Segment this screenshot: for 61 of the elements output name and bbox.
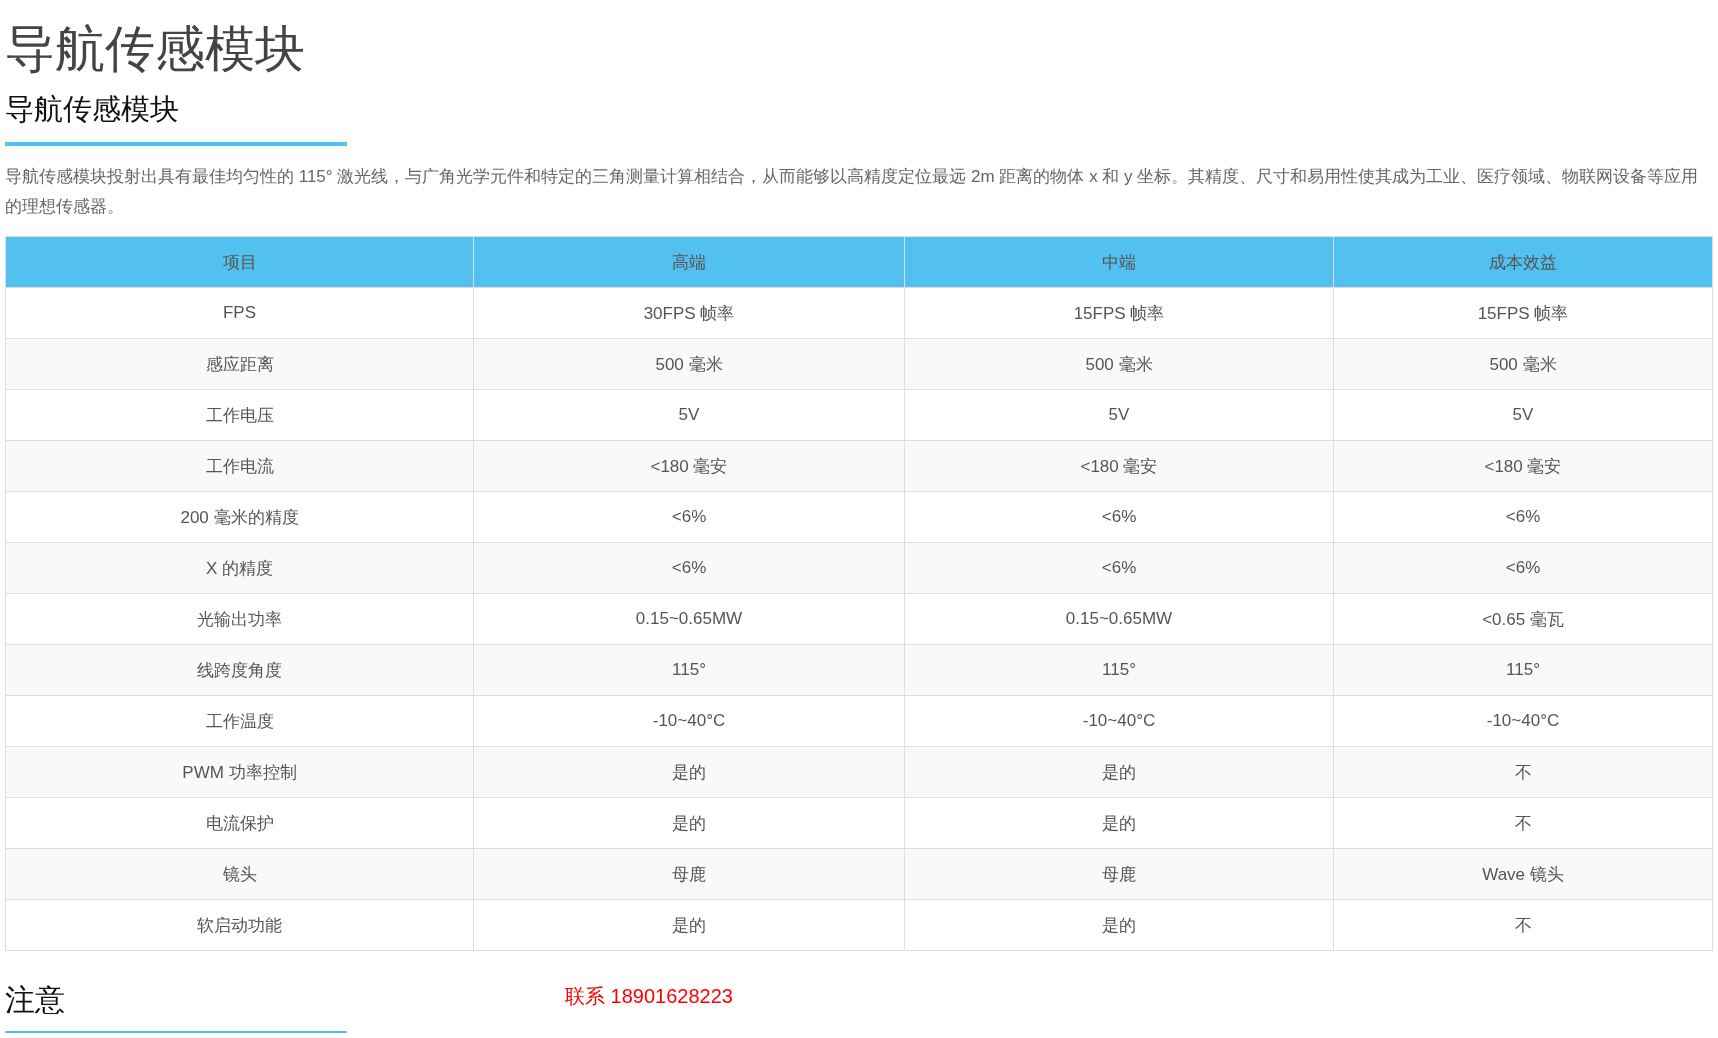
table-cell: 5V bbox=[904, 389, 1334, 441]
table-cell: <6% bbox=[1333, 491, 1713, 543]
table-cell: <180 毫安 bbox=[904, 440, 1334, 492]
table-cell: 是的 bbox=[473, 899, 905, 951]
table-cell: 30FPS 帧率 bbox=[473, 287, 905, 339]
table-cell: <6% bbox=[473, 491, 905, 543]
table-cell: 5V bbox=[1333, 389, 1713, 441]
table-cell: PWM 功率控制 bbox=[5, 746, 474, 798]
table-cell: 15FPS 帧率 bbox=[904, 287, 1334, 339]
column-header: 高端 bbox=[473, 236, 905, 288]
table-cell: 115° bbox=[1333, 644, 1713, 696]
column-header: 成本效益 bbox=[1333, 236, 1713, 288]
table-cell: 不 bbox=[1333, 899, 1713, 951]
table-cell: 115° bbox=[904, 644, 1334, 696]
table-cell: <6% bbox=[904, 491, 1334, 543]
table-cell: 5V bbox=[473, 389, 905, 441]
table-cell: <180 毫安 bbox=[473, 440, 905, 492]
table-cell: -10~40°C bbox=[1333, 695, 1713, 747]
section-heading: 导航传感模块 bbox=[5, 92, 180, 127]
table-cell: <6% bbox=[473, 542, 905, 594]
table-cell: 15FPS 帧率 bbox=[1333, 287, 1713, 339]
table-cell: 电流保护 bbox=[5, 797, 474, 849]
table-cell: Wave 镜头 bbox=[1333, 848, 1713, 900]
table-cell: 母鹿 bbox=[904, 848, 1334, 900]
table-cell: 线跨度角度 bbox=[5, 644, 474, 696]
table-cell: 是的 bbox=[473, 797, 905, 849]
table-cell: 工作温度 bbox=[5, 695, 474, 747]
table-cell: FPS bbox=[5, 287, 474, 339]
table-cell: 不 bbox=[1333, 797, 1713, 849]
table-cell: 工作电压 bbox=[5, 389, 474, 441]
table-cell: 不 bbox=[1333, 746, 1713, 798]
table-cell: 是的 bbox=[904, 899, 1334, 951]
table-cell: 镜头 bbox=[5, 848, 474, 900]
table-cell: 500 毫米 bbox=[904, 338, 1334, 390]
table-cell: -10~40°C bbox=[904, 695, 1334, 747]
note-heading: 注意 bbox=[5, 982, 65, 1018]
table-cell: 200 毫米的精度 bbox=[5, 491, 474, 543]
column-header: 中端 bbox=[904, 236, 1334, 288]
column-header: 项目 bbox=[5, 236, 474, 288]
table-cell: 0.15~0.65MW bbox=[904, 593, 1334, 645]
table-cell: 是的 bbox=[473, 746, 905, 798]
contact-phone: 联系 18901628223 bbox=[565, 984, 733, 1009]
table-cell: 母鹿 bbox=[473, 848, 905, 900]
table-cell: 感应距离 bbox=[5, 338, 474, 390]
table-cell: <6% bbox=[1333, 542, 1713, 594]
table-cell: 500 毫米 bbox=[1333, 338, 1713, 390]
table-cell: -10~40°C bbox=[473, 695, 905, 747]
table-cell: 500 毫米 bbox=[473, 338, 905, 390]
table-cell: 115° bbox=[473, 644, 905, 696]
table-cell: <6% bbox=[904, 542, 1334, 594]
table-cell: <180 毫安 bbox=[1333, 440, 1713, 492]
page-title: 导航传感模块 bbox=[5, 20, 306, 79]
description-paragraph: 导航传感模块投射出具有最佳均匀性的 115° 激光线，与广角光学元件和特定的三角测量计算相结合，从而能够以高精度定位最远 2m 距离的物体 x 和 y 坐标。其精度、尺寸和易用性使其成为工业、医疗领域、物联网设备等应用的理想传感器。 bbox=[5, 166, 1700, 218]
table-cell: 是的 bbox=[904, 797, 1334, 849]
table-cell: 光输出功率 bbox=[5, 593, 474, 645]
table-cell: 工作电流 bbox=[5, 440, 474, 492]
table-cell: X 的精度 bbox=[5, 542, 474, 594]
table-cell: <0.65 毫瓦 bbox=[1333, 593, 1713, 645]
table-cell: 是的 bbox=[904, 746, 1334, 798]
table-cell: 软启动功能 bbox=[5, 899, 474, 951]
table-cell: 0.15~0.65MW bbox=[473, 593, 905, 645]
